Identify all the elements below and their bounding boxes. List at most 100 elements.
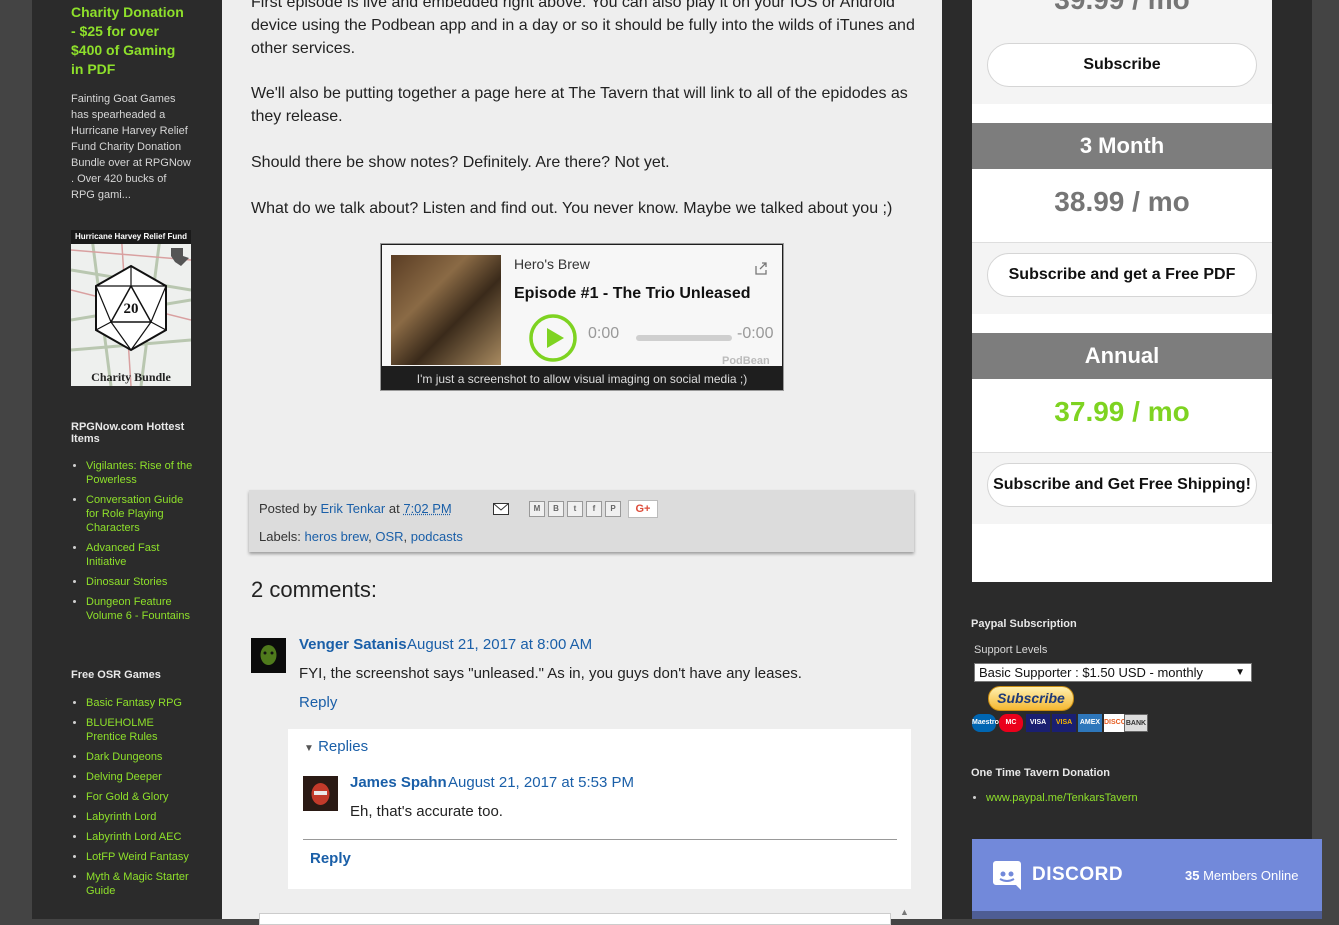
post-time-link[interactable]: 7:02 PM	[403, 501, 451, 516]
share-email-button[interactable]: M	[529, 501, 545, 517]
hottest-items-title: RPGNow.com Hottest Items	[71, 421, 191, 445]
osr-game-link[interactable]: Dark Dungeons	[86, 751, 162, 763]
post-labels: Labels: heros brew, OSR, podcasts	[259, 529, 463, 544]
list-item: Myth & Magic Starter Guide	[86, 870, 193, 898]
replies-thread: ▼ Replies James Spahn August 21, 2017 at…	[288, 729, 911, 889]
avatar[interactable]	[251, 638, 286, 673]
subscribe-pdf-button[interactable]: Subscribe and get a Free PDF	[987, 253, 1257, 297]
post-paragraph: What do we talk about? Listen and find o…	[251, 197, 916, 220]
share-icon[interactable]	[754, 261, 768, 275]
share-facebook-button[interactable]: f	[586, 501, 602, 517]
label-link[interactable]: OSR	[375, 529, 403, 544]
share-blogger-button[interactable]: B	[548, 501, 564, 517]
hottest-item-link[interactable]: Advanced Fast Initiative	[86, 542, 159, 568]
osr-game-link[interactable]: Labyrinth Lord	[86, 811, 156, 823]
time-elapsed: 0:00	[588, 325, 619, 343]
visa-electron-card-icon: VISA	[1052, 714, 1076, 732]
plan-price-3-month: 38.99 / mo	[972, 182, 1272, 222]
plan-price: 39.99 / mo	[972, 0, 1272, 20]
progress-bar[interactable]	[636, 335, 732, 341]
label-link[interactable]: podcasts	[411, 529, 463, 544]
comment-author-link[interactable]: Venger Satanis	[299, 636, 407, 653]
list-item: Basic Fantasy RPG	[86, 696, 193, 710]
thread-reply-link[interactable]: Reply	[310, 850, 351, 867]
posted-by-label: Posted by	[259, 501, 317, 516]
discord-widget[interactable]: DISCORD 35 Members Online	[972, 839, 1322, 919]
share-twitter-button[interactable]: t	[567, 501, 583, 517]
osr-game-link[interactable]: Delving Deeper	[86, 771, 162, 783]
list-item: For Gold & Glory	[86, 790, 193, 804]
list-item: BLUEHOLME Prentice Rules	[86, 716, 193, 744]
support-level-value: Basic Supporter : $1.50 USD - monthly	[979, 665, 1203, 680]
replies-toggle[interactable]: ▼ Replies	[304, 738, 368, 755]
list-item: Conversation Guide for Role Playing Char…	[86, 493, 193, 535]
hottest-item-link[interactable]: Dinosaur Stories	[86, 576, 167, 588]
at-label: at	[389, 501, 400, 516]
amex-card-icon: AMEX	[1078, 714, 1102, 732]
donation-post-snippet: Fainting Goat Games has spearheaded a Hu…	[71, 91, 191, 203]
avatar[interactable]	[303, 776, 338, 811]
scroll-up-arrow-icon[interactable]: ▲	[900, 907, 909, 917]
player-caption: I'm just a screenshot to allow visual im…	[381, 368, 783, 390]
list-item: Dark Dungeons	[86, 750, 193, 764]
list-item: Dungeon Feature Volume 6 - Fountains	[86, 595, 193, 623]
chevron-down-icon: ▼	[1235, 664, 1245, 681]
player-card: Hero's Brew Episode #1 - The Trio Unleas…	[382, 245, 782, 366]
discord-icon	[992, 859, 1022, 891]
post-footer: Posted by Erik Tenkar at 7:02 PM M B t f…	[249, 490, 914, 552]
osr-game-link[interactable]: For Gold & Glory	[86, 791, 169, 803]
author-link[interactable]: Erik Tenkar	[320, 501, 385, 516]
paypal-subscribe-button[interactable]: Subscribe	[988, 686, 1074, 711]
list-item: Vigilantes: Rise of the Powerless	[86, 459, 193, 487]
left-sidebar: Charity Donation - $25 for over $400 of …	[32, 0, 222, 919]
list-item: www.paypal.me/TenkarsTavern	[986, 790, 1138, 806]
podbean-logo: PodBean	[722, 355, 770, 366]
bundle-image-bottom-text: Charity Bundle	[71, 368, 191, 386]
support-level-select[interactable]: Basic Supporter : $1.50 USD - monthly ▼	[974, 663, 1252, 682]
list-item: Dinosaur Stories	[86, 575, 193, 589]
right-sidebar: 39.99 / mo Subscribe 3 Month 38.99 / mo …	[942, 0, 1312, 919]
support-levels-label: Support Levels	[974, 644, 1047, 656]
reply-link[interactable]: Reply	[299, 694, 337, 711]
hottest-item-link[interactable]: Conversation Guide for Role Playing Char…	[86, 494, 183, 534]
reply-date-link[interactable]: August 21, 2017 at 5:53 PM	[448, 774, 634, 791]
discord-wordmark: DISCORD	[1032, 864, 1123, 886]
podcast-player-screenshot[interactable]: Hero's Brew Episode #1 - The Trio Unleas…	[380, 243, 784, 391]
replies-label: Replies	[318, 738, 368, 755]
list-item: Labyrinth Lord	[86, 810, 193, 824]
hottest-item-link[interactable]: Vigilantes: Rise of the Powerless	[86, 460, 192, 486]
osr-game-link[interactable]: Myth & Magic Starter Guide	[86, 871, 189, 897]
comment-input[interactable]	[259, 913, 891, 925]
play-icon[interactable]	[528, 313, 578, 363]
members-count: 35	[1185, 868, 1199, 883]
donation-post-title[interactable]: Charity Donation - $25 for over $400 of …	[71, 3, 191, 79]
donation-links: www.paypal.me/TenkarsTavern	[971, 790, 1138, 806]
list-item: Delving Deeper	[86, 770, 193, 784]
osr-game-link[interactable]: Basic Fantasy RPG	[86, 697, 182, 709]
subscribe-shipping-button[interactable]: Subscribe and Get Free Shipping!	[987, 463, 1257, 507]
label-link[interactable]: heros brew	[305, 529, 369, 544]
plan-header-annual: Annual	[972, 333, 1272, 379]
free-osr-title: Free OSR Games	[71, 669, 191, 681]
d20-face-number: 20	[124, 301, 139, 317]
time-remaining: -0:00	[737, 325, 773, 343]
reply-author-link[interactable]: James Spahn	[350, 774, 447, 791]
list-item: Advanced Fast Initiative	[86, 541, 193, 569]
email-post-icon[interactable]	[493, 503, 509, 515]
hottest-item-link[interactable]: Dungeon Feature Volume 6 - Fountains	[86, 596, 190, 622]
share-pinterest-button[interactable]: P	[605, 501, 621, 517]
osr-game-link[interactable]: Labyrinth Lord AEC	[86, 831, 181, 843]
osr-game-link[interactable]: LotFP Weird Fantasy	[86, 851, 189, 863]
discord-members-online: 35 Members Online	[1185, 868, 1298, 883]
labels-prefix: Labels:	[259, 529, 301, 544]
comment-date-link[interactable]: August 21, 2017 at 8:00 AM	[407, 636, 592, 653]
comments-heading: 2 comments:	[251, 577, 377, 603]
charity-bundle-image[interactable]: Hurricane Harvey Relief Fund 20 Charity …	[71, 230, 191, 386]
google-plus-button[interactable]: G+	[628, 500, 658, 518]
osr-game-link[interactable]: BLUEHOLME Prentice Rules	[86, 717, 158, 743]
subscribe-button[interactable]: Subscribe	[987, 43, 1257, 87]
episode-artwork	[391, 255, 501, 365]
d20-die-icon: 20	[71, 230, 191, 386]
post-paragraph: First episode is live and embedded right…	[251, 0, 916, 60]
paypal-me-link[interactable]: www.paypal.me/TenkarsTavern	[986, 792, 1138, 804]
